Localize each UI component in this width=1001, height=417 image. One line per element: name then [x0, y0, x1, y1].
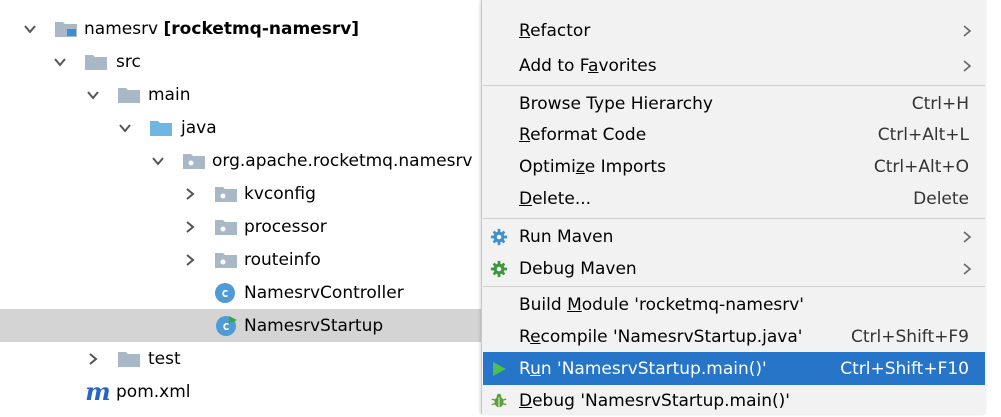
java-class-icon: c	[215, 282, 235, 303]
menu-separator	[483, 85, 985, 86]
menu-separator	[483, 218, 985, 219]
menu-item-build-module[interactable]: Build Module 'rocketmq-namesrv'	[483, 288, 985, 321]
tree-item-label: src	[116, 51, 141, 72]
tree-item-kvconfig[interactable]: kvconfig	[0, 177, 490, 210]
tree-item-processor[interactable]: processor	[0, 210, 490, 243]
gear-icon	[489, 227, 509, 247]
chevron-right-icon[interactable]	[182, 186, 198, 202]
chevron-right-icon[interactable]	[182, 252, 198, 268]
tree-item-label: NamesrvStartup	[244, 315, 384, 336]
menu-separator	[483, 286, 985, 287]
maven-icon: m	[85, 377, 111, 406]
chevron-down-icon[interactable]	[150, 153, 166, 169]
chevron-down-icon[interactable]	[117, 120, 133, 136]
module-artifact: [rocketmq-namesrv]	[163, 18, 360, 39]
shortcut-label: Ctrl+Alt+O	[873, 156, 969, 177]
submenu-arrow-icon	[963, 24, 972, 37]
submenu-arrow-icon	[963, 262, 972, 275]
project-tree: namesrv [rocketmq-namesrv] src main java	[0, 0, 490, 414]
tree-item-label: test	[148, 348, 181, 369]
module-folder-icon	[54, 20, 78, 38]
menu-item-reformat-code[interactable]: Reformat Code Ctrl+Alt+L	[483, 118, 985, 151]
tree-item-label: pom.xml	[116, 381, 191, 402]
package-icon	[214, 251, 238, 269]
submenu-arrow-icon	[963, 59, 972, 72]
module-name: namesrv	[84, 18, 159, 39]
tree-item-java[interactable]: java	[0, 111, 490, 144]
shortcut-label: Ctrl+Alt+L	[877, 124, 969, 145]
tree-item-label: NamesrvController	[244, 282, 404, 303]
tree-item-namesrv-module[interactable]: namesrv [rocketmq-namesrv]	[0, 12, 490, 45]
context-menu: Refactor Add to Favorites Browse Type Hi…	[481, 0, 986, 414]
package-icon	[214, 185, 238, 203]
menu-item-run-main[interactable]: Run 'NamesrvStartup.main()' Ctrl+Shift+F…	[483, 352, 985, 385]
chevron-down-icon[interactable]	[22, 21, 38, 37]
tree-item-label: org.apache.rocketmq.namesrv	[212, 150, 473, 171]
tree-item-label: processor	[244, 216, 327, 237]
folder-icon	[117, 350, 141, 368]
tree-item-label: java	[181, 117, 217, 138]
shortcut-label: Delete	[913, 188, 969, 209]
tree-item-label: main	[148, 84, 191, 105]
submenu-arrow-icon	[963, 230, 972, 243]
folder-icon	[84, 53, 108, 71]
shortcut-label: Ctrl+Shift+F10	[840, 358, 969, 379]
menu-item-browse-type-hierarchy[interactable]: Browse Type Hierarchy Ctrl+H	[483, 87, 985, 120]
package-icon	[182, 152, 206, 170]
tree-item-package-namesrv[interactable]: org.apache.rocketmq.namesrv	[0, 144, 490, 177]
tree-item-label: routeinfo	[244, 249, 321, 270]
menu-item-run-maven[interactable]: Run Maven	[483, 220, 985, 253]
menu-item-debug-main[interactable]: Debug 'NamesrvStartup.main()'	[483, 384, 985, 417]
tree-item-routeinfo[interactable]: routeinfo	[0, 243, 490, 276]
run-play-icon	[489, 359, 509, 379]
menu-item-optimize-imports[interactable]: Optimize Imports Ctrl+Alt+O	[483, 150, 985, 183]
menu-item-add-to-favorites[interactable]: Add to Favorites	[483, 49, 985, 82]
runnable-class-icon: c	[215, 315, 237, 336]
tree-item-namesrv-startup[interactable]: c NamesrvStartup	[0, 309, 490, 342]
tree-item-main[interactable]: main	[0, 78, 490, 111]
shortcut-label: Ctrl+Shift+F9	[851, 326, 969, 347]
folder-icon	[117, 86, 141, 104]
tree-item-test[interactable]: test	[0, 342, 490, 375]
tree-item-namesrv-controller[interactable]: c NamesrvController	[0, 276, 490, 309]
source-folder-icon	[149, 119, 173, 137]
chevron-down-icon[interactable]	[85, 87, 101, 103]
chevron-down-icon[interactable]	[52, 54, 68, 70]
menu-item-refactor[interactable]: Refactor	[483, 14, 985, 47]
tree-item-pom-xml[interactable]: m pom.xml	[0, 375, 490, 408]
chevron-right-icon[interactable]	[85, 351, 101, 367]
bug-icon	[489, 391, 509, 411]
gear-icon	[489, 259, 509, 279]
menu-item-recompile[interactable]: Recompile 'NamesrvStartup.java' Ctrl+Shi…	[483, 320, 985, 353]
chevron-right-icon[interactable]	[182, 219, 198, 235]
menu-item-debug-maven[interactable]: Debug Maven	[483, 252, 985, 285]
shortcut-label: Ctrl+H	[911, 93, 969, 114]
menu-item-delete[interactable]: Delete... Delete	[483, 182, 985, 215]
tree-item-src[interactable]: src	[0, 45, 490, 78]
tree-item-label: kvconfig	[244, 183, 316, 204]
package-icon	[214, 218, 238, 236]
